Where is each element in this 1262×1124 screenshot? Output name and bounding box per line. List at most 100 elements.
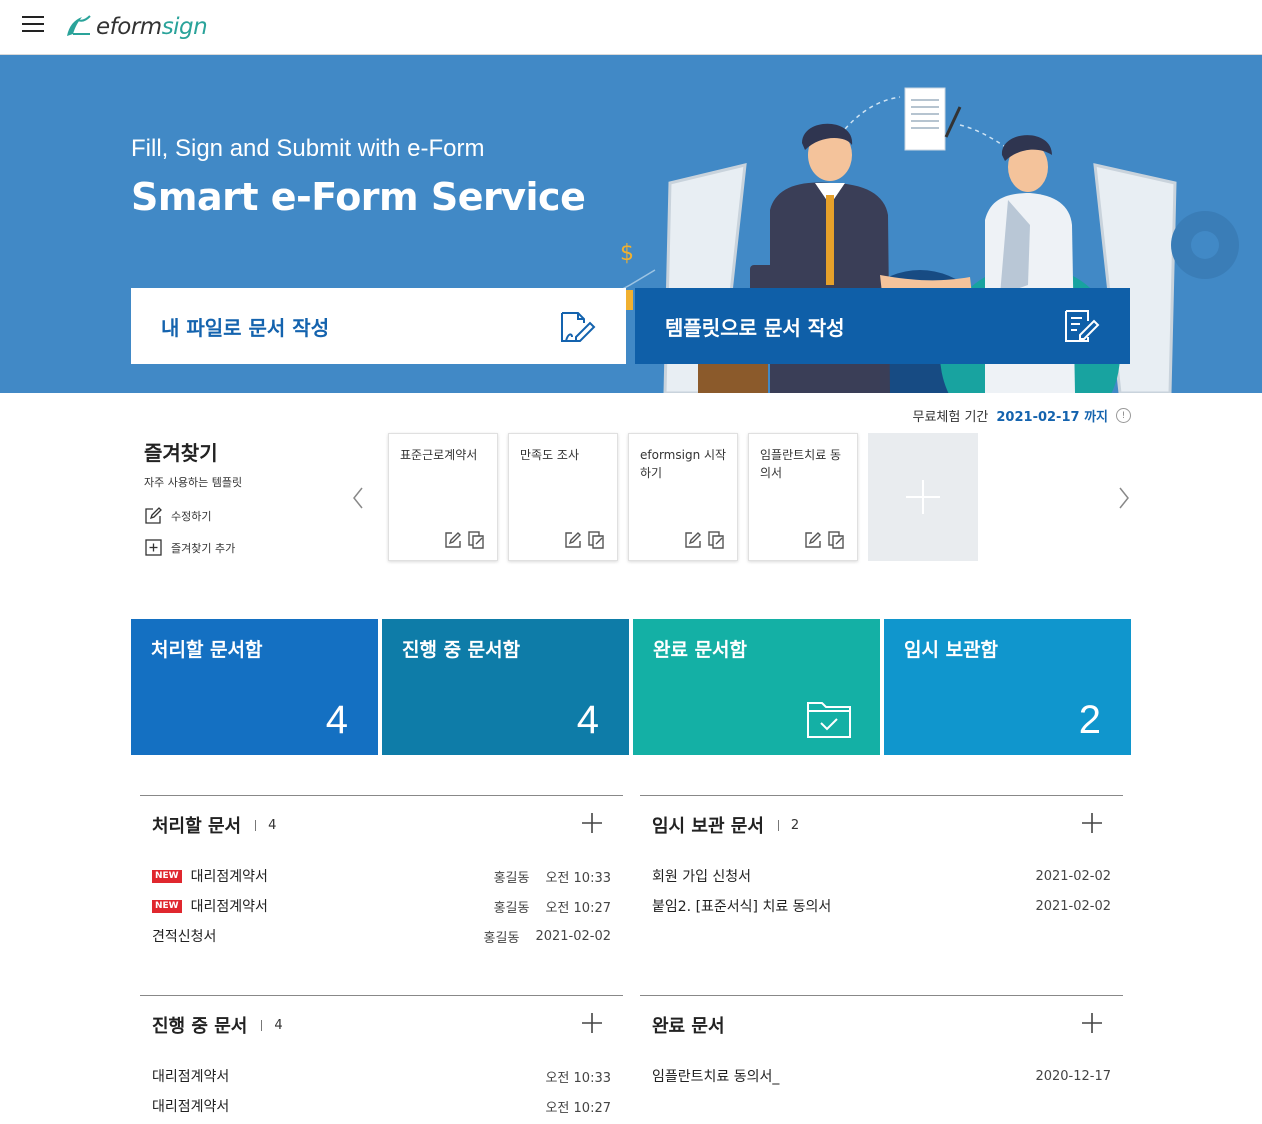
tile-count: 4 xyxy=(576,698,599,742)
plus-icon[interactable] xyxy=(581,812,603,834)
pencil-icon[interactable] xyxy=(563,530,583,550)
tile-draft-box[interactable]: 임시 보관함 2 xyxy=(884,619,1131,755)
favorite-card-name: 만족도 조사 xyxy=(520,448,580,462)
doc-name: 대리점계약서 xyxy=(190,899,268,915)
add-favorite-card[interactable] xyxy=(868,433,978,561)
doc-owner: 홍길동 xyxy=(483,930,520,946)
panel-completed-documents: 완료 문서 임플란트치료 동의서_ 2020-12-17 xyxy=(640,995,1123,1124)
favorite-card-name: 표준근로계약서 xyxy=(400,448,478,462)
tile-title: 완료 문서함 xyxy=(653,639,748,661)
doc-name: 대리점계약서 xyxy=(152,1099,230,1115)
panel-in-progress-documents: 진행 중 문서 4 대리점계약서 오전 10:33 대리점계약서 오전 10:2… xyxy=(140,995,623,1124)
panel-title: 임시 보관 문서 xyxy=(652,816,764,837)
new-badge: NEW xyxy=(152,899,182,913)
trial-notice: 무료체험 기간 2021-02-17 까지 ! xyxy=(912,406,1131,425)
add-favorite-label: 즐겨찾기 추가 xyxy=(171,542,236,555)
tile-title: 임시 보관함 xyxy=(904,639,999,661)
copy-icon[interactable] xyxy=(707,530,727,550)
plus-icon[interactable] xyxy=(1081,1012,1103,1034)
trial-date: 2021-02-17 까지 xyxy=(996,410,1108,425)
doc-time: 2021-02-02 xyxy=(1035,898,1111,914)
top-bar: eformsign xyxy=(0,0,1262,55)
doc-time: 2021-02-02 xyxy=(1035,868,1111,884)
favorites-title: 즐겨찾기 xyxy=(144,441,218,465)
favorite-card[interactable]: eformsign 시작하기 xyxy=(628,433,738,561)
panel-title: 처리할 문서 xyxy=(152,816,242,837)
panel-title: 진행 중 문서 xyxy=(152,1016,248,1037)
file-edit-icon xyxy=(561,312,596,342)
list-item[interactable]: 대리점계약서 오전 10:33 xyxy=(152,1066,611,1086)
favorite-card[interactable]: 만족도 조사 xyxy=(508,433,618,561)
info-icon[interactable]: ! xyxy=(1116,408,1131,423)
tile-completed-box[interactable]: 완료 문서함 xyxy=(633,619,880,755)
panel-count: 4 xyxy=(268,817,277,833)
list-item[interactable]: 견적신청서 홍길동 2021-02-02 xyxy=(152,926,611,946)
favorites-header: 즐겨찾기 자주 사용하는 템플릿 xyxy=(144,437,242,490)
logo-text: eformsign xyxy=(96,14,208,40)
hero-title: Smart e-Form Service xyxy=(131,175,586,219)
edit-favorites-label: 수정하기 xyxy=(171,510,212,523)
doc-time: 2020-12-17 xyxy=(1035,1068,1111,1084)
trial-label: 무료체험 기간 xyxy=(912,410,989,425)
copy-icon[interactable] xyxy=(827,530,847,550)
panel-count: 2 xyxy=(790,817,800,833)
plus-icon[interactable] xyxy=(1081,812,1103,834)
doc-time: 오전 10:33 xyxy=(545,1070,611,1086)
create-from-template-button[interactable]: 템플릿으로 문서 작성 xyxy=(635,288,1130,364)
tile-todo-box[interactable]: 처리할 문서함 4 xyxy=(131,619,378,755)
doc-name: 임플란트치료 동의서_ xyxy=(652,1069,780,1085)
doc-time: 오전 10:27 xyxy=(545,1100,611,1116)
panel-todo-documents: 처리할 문서 4 NEW 대리점계약서 홍길동 오전 10:33 NEW 대리점계약… xyxy=(140,795,623,985)
svg-text:$: $ xyxy=(620,241,634,266)
edit-favorites-button[interactable]: 수정하기 xyxy=(144,507,211,525)
plus-icon xyxy=(906,480,940,514)
menu-icon[interactable] xyxy=(22,16,44,34)
list-item[interactable]: 회원 가입 신청서 2021-02-02 xyxy=(652,866,1111,886)
doc-name: 견적신청서 xyxy=(152,929,217,945)
pencil-icon[interactable] xyxy=(803,530,823,550)
panel-title: 완료 문서 xyxy=(652,1016,725,1037)
tile-count: 2 xyxy=(1078,698,1101,742)
favorite-card[interactable]: 임플란트치료 동의서 xyxy=(748,433,858,561)
doc-name: 대리점계약서 xyxy=(190,869,268,885)
list-item[interactable]: 붙임2. [표준서식] 치료 동의서 2021-02-02 xyxy=(652,896,1111,916)
panel-count: 4 xyxy=(274,1017,283,1033)
doc-time: 오전 10:27 xyxy=(545,900,611,916)
pencil-icon[interactable] xyxy=(683,530,703,550)
list-item[interactable]: NEW 대리점계약서 홍길동 오전 10:27 xyxy=(152,896,611,916)
doc-owner: 홍길동 xyxy=(493,900,530,916)
copy-icon[interactable] xyxy=(587,530,607,550)
folder-check-icon xyxy=(807,702,851,738)
favorite-card-name: eformsign 시작하기 xyxy=(640,448,727,480)
pencil-icon[interactable] xyxy=(443,530,463,550)
plus-icon[interactable] xyxy=(581,1012,603,1034)
create-from-template-label: 템플릿으로 문서 작성 xyxy=(665,315,845,340)
doc-owner: 홍길동 xyxy=(493,870,530,886)
favorites-desc: 자주 사용하는 템플릿 xyxy=(144,476,243,489)
hero-subtitle: Fill, Sign and Submit with e-Form xyxy=(131,135,485,162)
doc-time: 2021-02-02 xyxy=(535,928,611,944)
favorite-card-name: 임플란트치료 동의서 xyxy=(760,448,842,480)
edit-icon xyxy=(145,507,162,524)
logo[interactable]: eformsign xyxy=(64,10,208,44)
tile-title: 처리할 문서함 xyxy=(151,639,263,661)
list-item[interactable]: 임플란트치료 동의서_ 2020-12-17 xyxy=(652,1066,1111,1086)
doc-name: 대리점계약서 xyxy=(152,1069,230,1085)
doc-name: 회원 가입 신청서 xyxy=(652,869,752,885)
copy-icon[interactable] xyxy=(467,530,487,550)
chevron-left-icon[interactable] xyxy=(348,484,368,512)
create-from-file-button[interactable]: 내 파일로 문서 작성 xyxy=(131,288,626,364)
tile-in-progress-box[interactable]: 진행 중 문서함 4 xyxy=(382,619,629,755)
logo-icon xyxy=(67,15,91,36)
add-favorite-button[interactable]: 즐겨찾기 추가 xyxy=(144,539,235,557)
add-box-icon xyxy=(145,539,162,556)
list-item[interactable]: 대리점계약서 오전 10:27 xyxy=(152,1096,611,1116)
doc-name: 붙임2. [표준서식] 치료 동의서 xyxy=(652,899,832,915)
chevron-right-icon[interactable] xyxy=(1114,484,1134,512)
template-edit-icon xyxy=(1065,310,1100,342)
tile-count: 4 xyxy=(325,698,348,742)
create-from-file-label: 내 파일로 문서 작성 xyxy=(161,315,330,340)
favorite-card[interactable]: 표준근로계약서 xyxy=(388,433,498,561)
list-item[interactable]: NEW 대리점계약서 홍길동 오전 10:33 xyxy=(152,866,611,886)
doc-time: 오전 10:33 xyxy=(545,870,611,886)
